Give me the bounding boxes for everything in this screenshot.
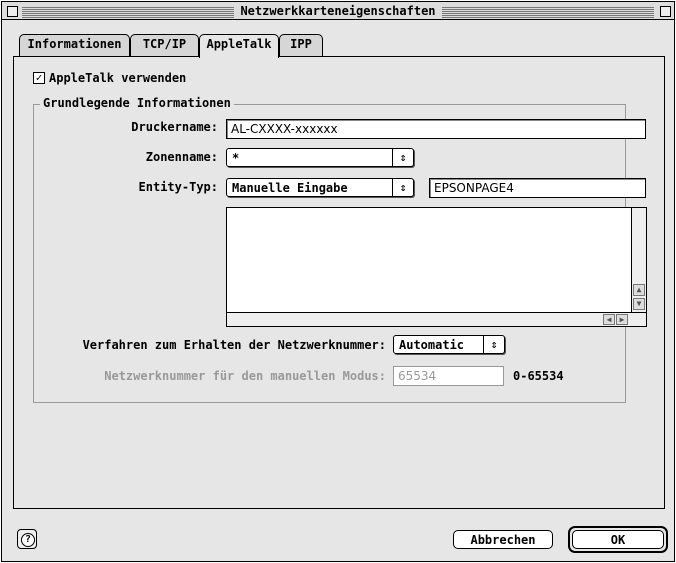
scroll-right-icon[interactable]: ▶ <box>616 314 628 325</box>
window-title: Netzwerkkarteneigenschaften <box>234 4 442 18</box>
popup-arrow-icon: ⇕ <box>392 149 413 166</box>
zone-name-label: Zonenname: <box>145 150 218 164</box>
tab-appletalk[interactable]: AppleTalk <box>199 34 279 58</box>
vertical-scrollbar[interactable]: ▲ ▼ <box>631 208 646 313</box>
printer-name-field[interactable]: AL-CXXXX-xxxxxx <box>226 119 646 139</box>
title-bar[interactable]: Netzwerkkarteneigenschaften <box>2 2 674 20</box>
method-popup[interactable]: Automatic ⇕ <box>393 335 505 354</box>
ok-button[interactable]: OK <box>572 530 664 549</box>
horizontal-scrollbar[interactable]: ◀ ▶ <box>227 312 646 326</box>
tab-label: IPP <box>290 37 312 51</box>
method-value: Automatic <box>399 338 465 352</box>
appletalk-checkbox[interactable]: ✓ <box>33 72 45 84</box>
help-icon: ? <box>21 533 35 547</box>
manual-number-field[interactable]: 65534 <box>393 366 504 386</box>
tab-informationen[interactable]: Informationen <box>19 34 130 56</box>
manual-number-range: 0-65534 <box>513 369 564 383</box>
tab-label: AppleTalk <box>206 37 272 51</box>
entity-type-text-field[interactable]: EPSONPAGE4 <box>429 178 646 198</box>
zone-name-value: * <box>232 151 240 165</box>
scroll-up-icon[interactable]: ▲ <box>633 284 645 296</box>
method-label: Verfahren zum Erhalten der Netzwerknumme… <box>82 338 386 352</box>
basic-info-legend: Grundlegende Informationen <box>40 96 234 110</box>
entity-type-value: Manuelle Eingabe <box>232 181 348 195</box>
zone-name-popup[interactable]: * ⇕ <box>226 148 414 167</box>
tab-ipp[interactable]: IPP <box>279 34 323 56</box>
tab-tcp-ip[interactable]: TCP/IP <box>130 34 199 56</box>
cancel-button[interactable]: Abbrechen <box>453 530 553 549</box>
entity-type-popup[interactable]: Manuelle Eingabe ⇕ <box>226 178 414 197</box>
tab-label: Informationen <box>27 37 122 51</box>
window-title-wrap: Netzwerkkarteneigenschaften <box>2 4 674 18</box>
scroll-left-icon[interactable]: ◀ <box>603 314 615 325</box>
entity-list[interactable]: ▲ ▼ ◀ ▶ <box>226 207 647 327</box>
appletalk-checkbox-label[interactable]: AppleTalk verwenden <box>49 71 186 85</box>
help-button[interactable]: ? <box>17 529 37 549</box>
printer-name-label: Druckername: <box>131 120 218 134</box>
popup-arrow-icon: ⇕ <box>392 179 413 196</box>
popup-arrow-icon: ⇕ <box>483 336 504 353</box>
manual-number-label: Netzwerknummer für den manuellen Modus: <box>104 369 386 383</box>
tab-label: TCP/IP <box>142 37 187 51</box>
check-mark-icon: ✓ <box>35 71 43 84</box>
scroll-down-icon[interactable]: ▼ <box>633 298 645 310</box>
entity-type-label: Entity-Typ: <box>138 180 218 194</box>
